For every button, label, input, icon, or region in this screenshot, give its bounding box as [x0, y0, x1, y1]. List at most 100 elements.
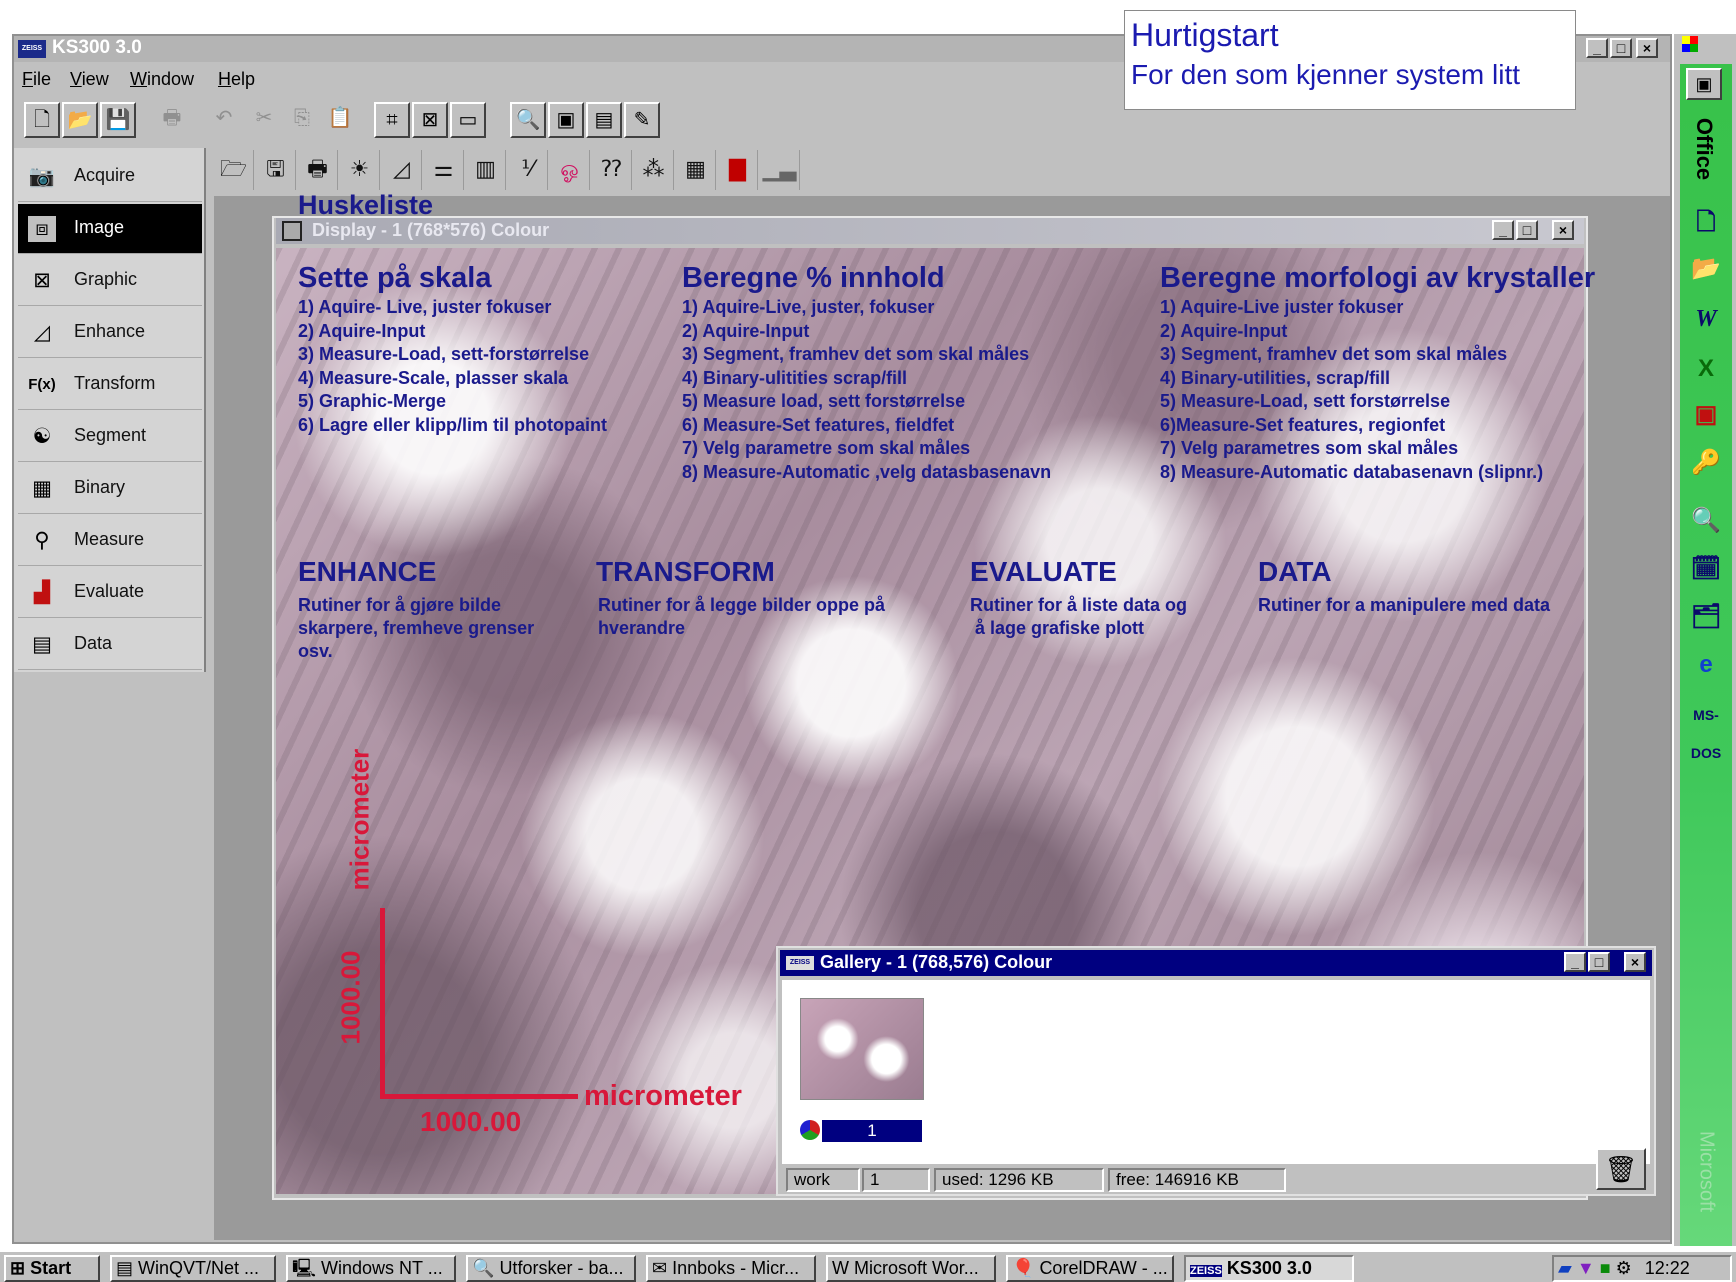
enhance-desc: Rutiner for å gjøre bilde [298, 595, 502, 615]
task-explorer[interactable]: 🔍 Utforsker - ba... [466, 1255, 636, 1282]
excel-icon[interactable]: X [1684, 350, 1728, 390]
binder-icon[interactable]: 🗂 [1684, 598, 1728, 638]
measure-icon: ⚲ [34, 529, 50, 552]
new-file-icon[interactable]: 🗋 [24, 102, 60, 138]
powerpoint-icon[interactable]: ▣ [1684, 396, 1728, 436]
balloon-icon: 🎈 [1012, 1258, 1035, 1278]
sidebar-item-label: Image [74, 217, 125, 237]
word-icon[interactable]: W [1684, 300, 1728, 340]
office-logo-icon[interactable] [1682, 36, 1698, 52]
scale-step: 1) Aquire- Live, juster fokuser [298, 297, 552, 317]
sidebar-item-measure[interactable]: ⚲ Measure [18, 516, 202, 566]
maximize-button[interactable]: □ [1610, 38, 1632, 58]
menu-file[interactable]: File [22, 69, 51, 90]
frame-select-icon[interactable]: ⌗ [374, 102, 410, 138]
gallery-title-bar[interactable]: ZEISS Gallery - 1 (768,576) Colour [780, 950, 1652, 976]
sidebar-item-segment[interactable]: ☯ Segment [18, 412, 202, 462]
percent-step: 6) Measure-Set features, fieldfet [682, 415, 955, 435]
menu-help[interactable]: Help [218, 69, 255, 90]
save-icon[interactable]: 🖫 [256, 150, 296, 190]
frame-cross-icon[interactable]: ⊠ [412, 102, 448, 138]
key-icon[interactable]: 🔑 [1684, 444, 1728, 484]
paste-icon[interactable]: 📋 [322, 102, 358, 138]
thumbnail-label[interactable]: 1 [822, 1120, 922, 1142]
query-icon[interactable]: ⁇ [592, 150, 632, 190]
enhance-heading: ENHANCE [298, 556, 437, 587]
task-word[interactable]: W Microsoft Wor... [826, 1255, 996, 1282]
open-document-icon[interactable]: 📂 [1684, 250, 1728, 290]
camera-icon: 📷 [28, 165, 56, 188]
function-sidebar: 📷 Acquire ⧈ Image ⊠ Graphic ◿ Enhance F(… [14, 148, 206, 672]
sidebar-item-graphic[interactable]: ⊠ Graphic [18, 256, 202, 306]
gear-icon[interactable]: ⚙ [1616, 1258, 1632, 1278]
undo-icon[interactable]: ↶ [206, 102, 242, 138]
data-desc: Rutiner for a manipulere med data [1258, 595, 1551, 615]
new-document-icon[interactable]: 🗋 [1684, 204, 1728, 244]
histogram-icon[interactable]: ◿ [382, 150, 422, 190]
task-coreldraw[interactable]: 🎈 CorelDRAW - ... [1006, 1255, 1174, 1282]
brightness-icon[interactable]: ☀ [340, 150, 380, 190]
edit-icon[interactable]: ✎ [624, 102, 660, 138]
tray-app-icon[interactable]: ■ [1600, 1258, 1611, 1278]
scale-bar-horizontal [380, 1094, 578, 1099]
open-folder-icon[interactable]: 🗁 [214, 150, 254, 190]
percent-step: 5) Measure load, sett forstørrelse [682, 391, 966, 411]
sidebar-item-data[interactable]: ▤ Data [18, 620, 202, 670]
task-ks300[interactable]: ZEISS KS300 3.0 [1184, 1255, 1354, 1282]
office-menu-icon[interactable]: ▣ [1686, 68, 1722, 100]
trash-icon[interactable]: 🗑 [1596, 1148, 1646, 1190]
sliders-icon[interactable]: ⚌ [424, 150, 464, 190]
gallery-maximize-button[interactable]: □ [1588, 952, 1610, 972]
copy-icon[interactable]: ⎘ [284, 102, 320, 138]
display-maximize-button[interactable]: □ [1516, 220, 1538, 240]
menu-view[interactable]: View [70, 69, 109, 90]
internet-explorer-icon[interactable]: e [1684, 646, 1728, 686]
task-windows-nt[interactable]: 🖳 Windows NT ... [286, 1255, 456, 1282]
sidebar-item-binary[interactable]: ▦ Binary [18, 464, 202, 514]
bars-icon[interactable]: ▥ [466, 150, 506, 190]
gallery-close-button[interactable]: × [1624, 952, 1646, 972]
start-button[interactable]: ⊞ Start [4, 1255, 100, 1282]
gallery-minimize-button[interactable]: _ [1564, 952, 1586, 972]
menu-window[interactable]: Window [130, 69, 194, 90]
cut-icon[interactable]: ✂ [246, 102, 282, 138]
display-close-button[interactable]: × [1552, 220, 1574, 240]
task-winqvt[interactable]: ▤ WinQVT/Net ... [110, 1255, 276, 1282]
office-label: Office [1686, 106, 1722, 190]
display-title-bar[interactable]: Display - 1 (768*576) Colour [276, 218, 1584, 244]
sidebar-item-enhance[interactable]: ◿ Enhance [18, 308, 202, 358]
overlay-title: Huskeliste [298, 190, 434, 220]
calc-icon[interactable]: ▤ [586, 102, 622, 138]
sidebar-item-acquire[interactable]: 📷 Acquire [18, 152, 202, 202]
filter-icon[interactable]: ▼ [1577, 1258, 1595, 1278]
sidebar-item-image[interactable]: ⧈ Image [18, 204, 202, 254]
close-button[interactable]: × [1636, 38, 1658, 58]
sidebar-item-label: Acquire [74, 165, 136, 185]
network-icon[interactable]: ▰ [1558, 1258, 1572, 1278]
gallery-thumbnail[interactable] [800, 998, 924, 1100]
print-icon[interactable]: 🖶 [298, 150, 338, 190]
print-icon[interactable]: 🖶 [154, 102, 190, 138]
sidebar-item-transform[interactable]: F(x) Transform [18, 360, 202, 410]
ratio-icon[interactable]: ⅟ [508, 150, 548, 190]
plot-icon[interactable]: ▁▃ [760, 150, 800, 190]
find-icon[interactable]: 🔍 [1684, 502, 1728, 542]
zoom-icon[interactable]: 🔍 [510, 102, 546, 138]
table-icon[interactable]: ▦ [676, 150, 716, 190]
sidebar-item-evaluate[interactable]: ▟ Evaluate [18, 568, 202, 618]
schedule-icon[interactable]: 🗓 [1684, 550, 1728, 590]
open-folder-icon[interactable]: 📂 [62, 102, 98, 138]
panel-icon[interactable]: ▣ [548, 102, 584, 138]
display-minimize-button[interactable]: _ [1492, 220, 1514, 240]
features-icon[interactable]: ⁂ [634, 150, 674, 190]
bar-chart-icon[interactable]: ▇ [718, 150, 758, 190]
task-inbox[interactable]: ✉ Innboks - Micr... [646, 1255, 816, 1282]
ms-dos-icon[interactable]: MS-DOS [1684, 696, 1728, 761]
window-icon[interactable]: ▭ [450, 102, 486, 138]
minimize-button[interactable]: _ [1586, 38, 1608, 58]
enhance-icon: ◿ [33, 321, 51, 344]
clock: 12:22 [1644, 1258, 1690, 1278]
task-label: Innboks - Micr... [672, 1258, 800, 1278]
save-icon[interactable]: 💾 [100, 102, 136, 138]
blob-icon[interactable]: ஓ [550, 150, 590, 190]
